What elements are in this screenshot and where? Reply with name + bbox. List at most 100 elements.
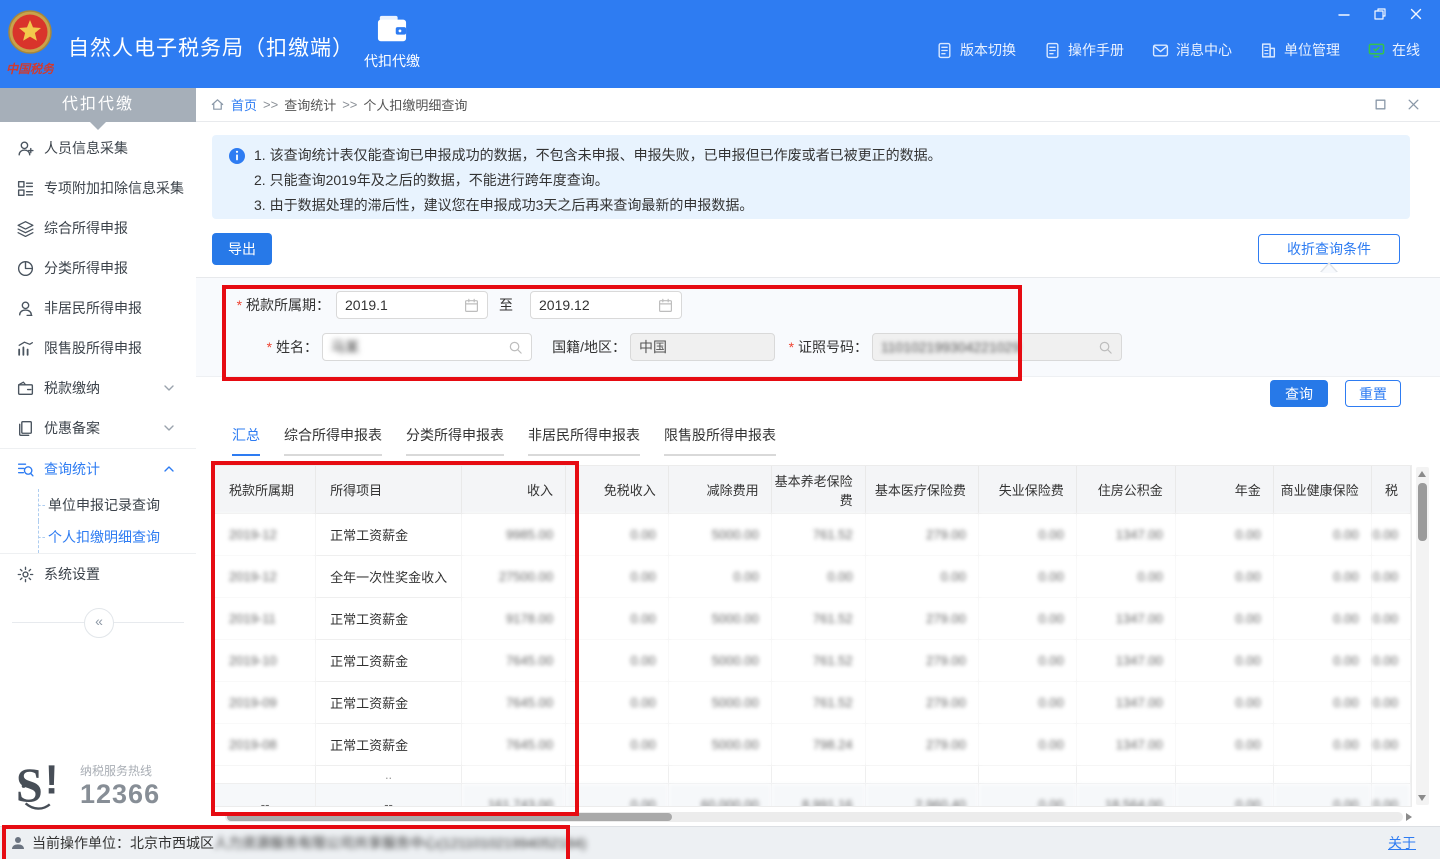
tab-4[interactable]: 限售股所得申报表 [664, 425, 776, 456]
calendar-icon[interactable] [464, 298, 479, 313]
search-icon[interactable] [508, 340, 523, 355]
cell-value-5: 0.00 [978, 640, 1076, 682]
topbar-item-0[interactable]: 版本切换 [936, 40, 1016, 60]
sidebar-item-7[interactable]: 优惠备案 [0, 408, 196, 448]
period-to-field[interactable]: 2019.12 [530, 291, 682, 319]
svg-text:!: ! [45, 757, 59, 803]
table-row[interactable]: 2019-09正常工资薪金7645.000.005000.00761.52279… [215, 682, 1411, 724]
breadcrumb: 首页 >> 查询统计 >> 个人扣缴明细查询 [196, 88, 1440, 122]
chevron-down-icon [163, 422, 175, 434]
cell-value-9: 0.00 [1371, 682, 1410, 724]
sidebar-item-8[interactable]: 查询统计 [0, 448, 196, 489]
tab-3[interactable]: 非居民所得申报表 [528, 425, 640, 456]
sidebar-item-2[interactable]: 综合所得申报 [0, 208, 196, 248]
id-number-field: 110102199304221029 [872, 333, 1122, 361]
home-icon [210, 97, 225, 112]
reset-button[interactable]: 重置 [1345, 380, 1401, 407]
svg-text:中国税务: 中国税务 [6, 62, 54, 76]
topbar-item-3[interactable]: 单位管理 [1260, 40, 1340, 60]
result-tabs: 汇总综合所得申报表分类所得申报表非居民所得申报表限售股所得申报表 [232, 425, 776, 456]
tab-0[interactable]: 汇总 [232, 425, 260, 456]
cell-value-4: 279.00 [865, 724, 978, 766]
doc-icon [936, 42, 953, 59]
cell-value-3: 761.52 [771, 598, 865, 640]
sidebar: 代扣代缴 人员信息采集专项附加扣除信息采集综合所得申报分类所得申报非居民所得申报… [0, 88, 197, 826]
sidebar-item-label: 分类所得申报 [44, 258, 184, 278]
topbar-item-1[interactable]: 操作手册 [1044, 40, 1124, 60]
nav-item-daikoudaijiao[interactable]: 代扣代缴 [352, 14, 432, 71]
result-table-wrap: 税款所属期所得项目收入免税收入减除费用基本养老保险费基本医疗保险费失业保险费住房… [213, 465, 1412, 807]
sidebar-item-label: 人员信息采集 [44, 138, 184, 158]
column-header-4: 减除费用 [668, 466, 771, 514]
partial-cell [771, 766, 865, 784]
sidebar-item-3[interactable]: 分类所得申报 [0, 248, 196, 288]
sidebar-item-6[interactable]: 税款缴纳 [0, 368, 196, 408]
sidebar-item-label: 限售股所得申报 [44, 338, 184, 358]
sidebar-item-4[interactable]: 非居民所得申报 [0, 288, 196, 328]
table-row[interactable]: 2019-08正常工资薪金7645.000.005000.00798.24279… [215, 724, 1411, 766]
column-header-7: 失业保险费 [978, 466, 1076, 514]
partial-cell [1175, 766, 1273, 784]
close-icon[interactable] [1406, 6, 1426, 22]
column-header-10: 商业健康保险 [1273, 466, 1371, 514]
sidebar-item-1[interactable]: 专项附加扣除信息采集 [0, 168, 196, 208]
panel-controls [1374, 98, 1426, 111]
summary-row[interactable]: ----161,743.000.0060,000.008,991.162,960… [215, 784, 1411, 808]
horizontal-scrollbar[interactable] [225, 812, 1403, 822]
gear-icon [16, 565, 35, 584]
restore-icon[interactable] [1370, 6, 1390, 22]
cell-value-2: 5000.00 [668, 682, 771, 724]
topbar-item-label: 操作手册 [1068, 40, 1124, 60]
hotline-label: 纳税服务热线 [80, 762, 160, 779]
period-from-field[interactable]: 2019.1 [336, 291, 488, 319]
scroll-up-arrow-icon[interactable] [1418, 471, 1426, 477]
cell-value-7: 0.00 [1175, 514, 1273, 556]
cell-value-8: 0.00 [1273, 682, 1371, 724]
topbar-menu: 版本切换 操作手册 消息中心 单位管理 在线 [936, 40, 1420, 60]
partial-cell [1076, 766, 1175, 784]
cell-value-6: 1347.00 [1076, 514, 1175, 556]
cell-item: 正常工资薪金 [316, 640, 462, 682]
topbar-item-4[interactable]: 在线 [1368, 40, 1420, 60]
scroll-down-arrow-icon[interactable] [1418, 795, 1426, 801]
tab-2[interactable]: 分类所得申报表 [406, 425, 504, 456]
sidebar-item-label: 综合所得申报 [44, 218, 184, 238]
table-row[interactable]: 2019-12全年一次性奖金收入27500.000.000.000.000.00… [215, 556, 1411, 598]
cell-value-8: 0.00 [1273, 724, 1371, 766]
pie-icon [16, 259, 35, 278]
export-button[interactable]: 导出 [212, 233, 272, 265]
search-icon[interactable] [1098, 340, 1113, 355]
sidebar-collapse-button[interactable]: « [84, 608, 114, 638]
panel-maximize-icon[interactable] [1374, 98, 1387, 111]
vertical-scroll-thumb[interactable] [1418, 483, 1427, 541]
sidebar-subitem-1[interactable]: 个人扣缴明细查询 [0, 521, 196, 553]
sidebar-item-5[interactable]: 限售股所得申报 [0, 328, 196, 368]
horizontal-scroll-thumb[interactable] [227, 813, 672, 821]
topbar-item-label: 版本切换 [960, 40, 1016, 60]
column-header-9: 年金 [1175, 466, 1273, 514]
cell-period: 2019-12 [215, 556, 316, 598]
about-link[interactable]: 关于 [1388, 833, 1416, 853]
cell-value-1: 0.00 [566, 724, 669, 766]
collapse-query-button[interactable]: 收折查询条件 [1258, 234, 1400, 264]
vertical-scrollbar[interactable] [1416, 467, 1429, 805]
minimize-icon[interactable] [1334, 6, 1354, 22]
cell-value-7: 0.00 [1175, 682, 1273, 724]
cell-value-5: 0.00 [978, 724, 1076, 766]
table-row[interactable]: 2019-10正常工资薪金7645.000.005000.00761.52279… [215, 640, 1411, 682]
breadcrumb-home-link[interactable]: 首页 [231, 95, 257, 114]
calendar-icon[interactable] [658, 298, 673, 313]
sidebar-subitem-0[interactable]: 单位申报记录查询 [0, 489, 196, 521]
cell-value-6: 1347.00 [1076, 640, 1175, 682]
sidebar-item-9[interactable]: 系统设置 [0, 554, 196, 594]
sidebar-item-0[interactable]: 人员信息采集 [0, 128, 196, 168]
name-field[interactable]: 马某 [322, 333, 532, 361]
table-row[interactable]: 2019-12正常工资薪金9985.000.005000.00761.52279… [215, 514, 1411, 556]
panel-close-icon[interactable] [1407, 98, 1420, 111]
tab-1[interactable]: 综合所得申报表 [284, 425, 382, 456]
breadcrumb-item: 查询统计 [284, 95, 336, 114]
scroll-right-arrow-icon[interactable] [1406, 813, 1412, 821]
table-row[interactable]: 2019-11正常工资薪金9178.000.005000.00761.52279… [215, 598, 1411, 640]
query-button[interactable]: 查询 [1270, 380, 1328, 407]
topbar-item-2[interactable]: 消息中心 [1152, 40, 1232, 60]
